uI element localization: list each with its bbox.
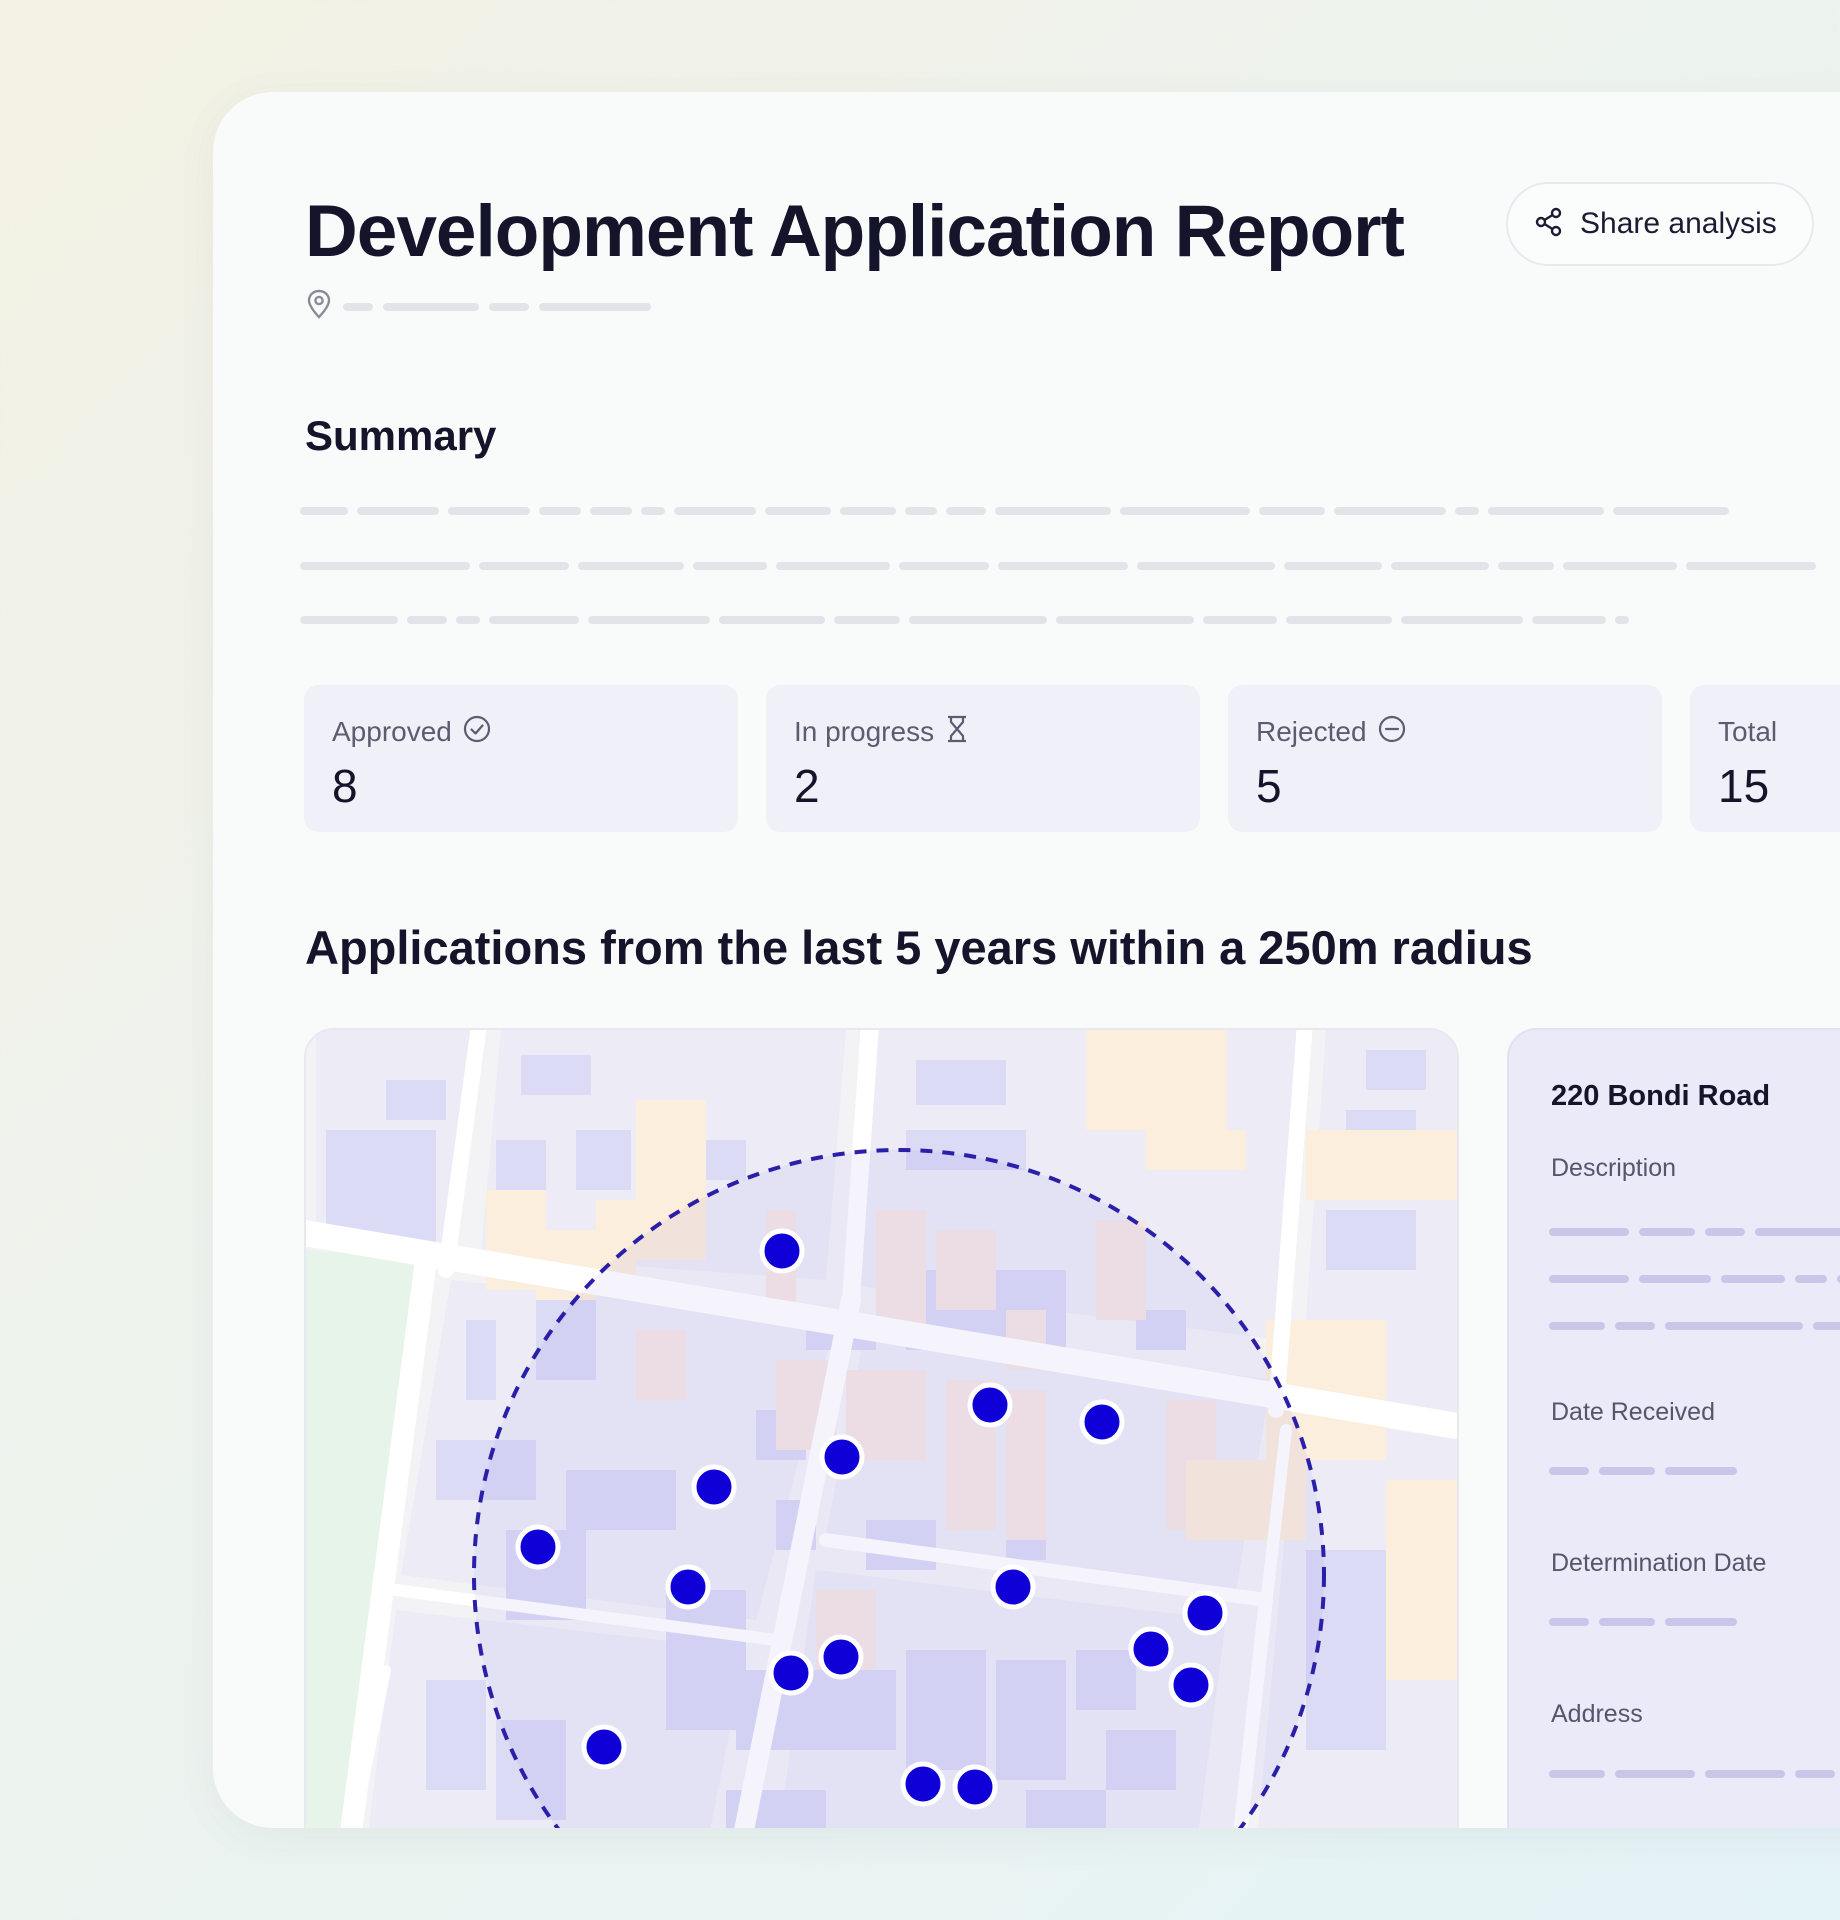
minus-circle-icon [1377,714,1407,751]
address-placeholder [383,302,479,311]
share-analysis-button[interactable]: Share analysis [1506,182,1814,266]
detail-description-line [1549,1228,1840,1236]
detail-description-line [1549,1275,1840,1283]
stat-value: 15 [1718,760,1770,812]
applications-heading: Applications from the last 5 years withi… [305,921,1533,974]
application-detail-panel: 220 Bondi Road Description Date Received… [1507,1028,1840,1828]
stat-label: Approved [332,716,452,747]
application-marker[interactable] [967,1382,1013,1428]
application-marker[interactable] [1079,1399,1125,1445]
address-placeholder [489,302,529,311]
detail-label-description: Description [1551,1154,1677,1182]
stat-value: 5 [1256,760,1282,812]
detail-address-title: 220 Bondi Road [1551,1080,1771,1112]
stat-label: Total [1718,716,1778,747]
stat-label: Rejected [1256,716,1367,747]
report-card: Development Application Report Share ana… [213,92,1840,1828]
detail-description-line [1549,1322,1840,1330]
detail-address-value [1549,1770,1835,1778]
address-placeholder [539,302,651,311]
map-canvas [306,1030,1457,1828]
detail-label-address: Address [1551,1700,1643,1728]
stat-card-approved: Approved 8 [304,685,738,832]
application-marker[interactable] [665,1564,711,1610]
stats-row: Approved 8 In progress 2 Rejected 5 Tota… [304,685,1840,832]
stat-value: 2 [794,760,820,812]
application-marker[interactable] [1128,1626,1174,1672]
application-marker[interactable] [1168,1662,1214,1708]
stat-card-in-progress: In progress 2 [766,685,1200,832]
application-marker[interactable] [818,1634,864,1680]
summary-text-line [300,616,1629,624]
stat-card-total: Total 15 [1690,685,1840,832]
location-pin-icon [305,288,333,325]
summary-text-line [300,507,1729,515]
share-icon [1534,207,1564,242]
applications-map[interactable] [304,1028,1459,1828]
detail-label-determination-date: Determination Date [1551,1549,1767,1577]
address-placeholder [343,302,373,311]
location-row [305,288,651,325]
application-marker[interactable] [952,1764,998,1810]
application-marker[interactable] [515,1524,561,1570]
hourglass-icon [944,714,970,751]
page-title: Development Application Report [305,191,1405,272]
stat-value: 8 [332,760,358,812]
application-marker[interactable] [1182,1590,1228,1636]
check-circle-icon [462,714,492,751]
application-marker[interactable] [768,1650,814,1696]
application-marker[interactable] [759,1228,805,1274]
stat-card-rejected: Rejected 5 [1228,685,1662,832]
summary-text-line [300,562,1816,570]
application-marker[interactable] [900,1761,946,1807]
detail-date-received-value [1549,1467,1737,1475]
detail-label-date-received: Date Received [1551,1398,1715,1426]
application-marker[interactable] [819,1434,865,1480]
application-marker[interactable] [581,1724,627,1770]
detail-determination-date-value [1549,1618,1737,1626]
share-analysis-label: Share analysis [1580,207,1777,240]
summary-heading: Summary [305,412,497,459]
stat-label: In progress [794,716,935,747]
application-marker[interactable] [990,1564,1036,1610]
application-marker[interactable] [691,1464,737,1510]
